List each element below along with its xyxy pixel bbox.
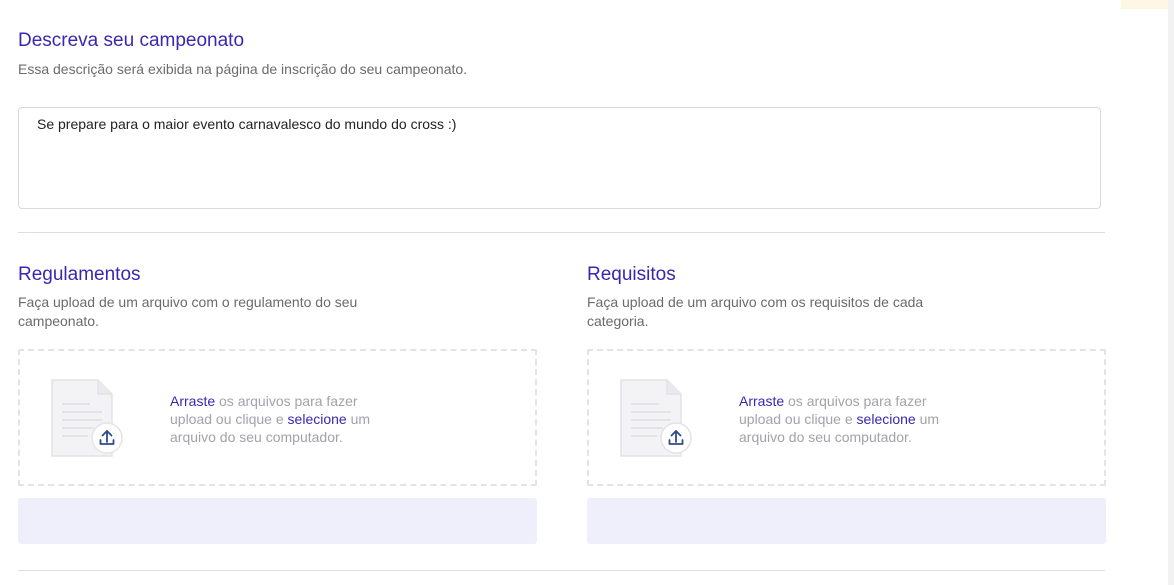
regulamentos-drop-text: Arraste os arquivos para fazer upload ou…	[170, 392, 410, 446]
requisitos-subtitle-line2: categoria.	[587, 313, 649, 329]
drop-text-1: os arquivos para fazer	[784, 393, 927, 409]
requisitos-file-bar	[587, 498, 1106, 544]
regulamentos-title: Regulamentos	[18, 264, 141, 285]
requisitos-drop-text: Arraste os arquivos para fazer upload ou…	[739, 392, 979, 446]
drop-text-2: upload ou clique e	[170, 411, 288, 427]
right-scroll-rail	[1168, 0, 1174, 585]
regulamentos-subtitle: Faça upload de um arquivo com o regulame…	[18, 293, 418, 331]
description-subtitle: Essa descrição será exibida na página de…	[18, 61, 468, 77]
drop-text-1: os arquivos para fazer	[215, 393, 358, 409]
description-textarea[interactable]: Se prepare para o maior evento carnavale…	[18, 107, 1101, 209]
document-upload-icon	[51, 379, 123, 457]
requisitos-title: Requisitos	[587, 264, 676, 285]
regulamentos-subtitle-line2: campeonato.	[18, 313, 99, 329]
drag-link[interactable]: Arraste	[739, 393, 784, 409]
description-text: Se prepare para o maior evento carnavale…	[37, 116, 457, 132]
drop-text-4: arquivo do seu computador.	[739, 429, 912, 445]
drop-text-4: arquivo do seu computador.	[170, 429, 343, 445]
regulamentos-dropzone[interactable]: Arraste os arquivos para fazer upload ou…	[18, 349, 537, 486]
bottom-divider	[18, 570, 1105, 571]
drop-text-3: um	[346, 411, 371, 427]
requisitos-dropzone[interactable]: Arraste os arquivos para fazer upload ou…	[587, 349, 1106, 486]
requisitos-subtitle: Faça upload de um arquivo com os requisi…	[587, 293, 987, 331]
corner-tab	[1121, 0, 1168, 9]
drop-text-3: um	[915, 411, 940, 427]
select-link[interactable]: selecione	[288, 411, 347, 427]
document-upload-icon	[620, 379, 692, 457]
section-divider	[18, 232, 1105, 233]
regulamentos-file-bar	[18, 498, 537, 544]
drop-text-2: upload ou clique e	[739, 411, 857, 427]
requisitos-subtitle-line1: Faça upload de um arquivo com os requisi…	[587, 294, 924, 310]
select-link[interactable]: selecione	[857, 411, 916, 427]
description-title: Descreva seu campeonato	[18, 30, 245, 51]
regulamentos-subtitle-line1: Faça upload de um arquivo com o regulame…	[18, 294, 358, 310]
drag-link[interactable]: Arraste	[170, 393, 215, 409]
